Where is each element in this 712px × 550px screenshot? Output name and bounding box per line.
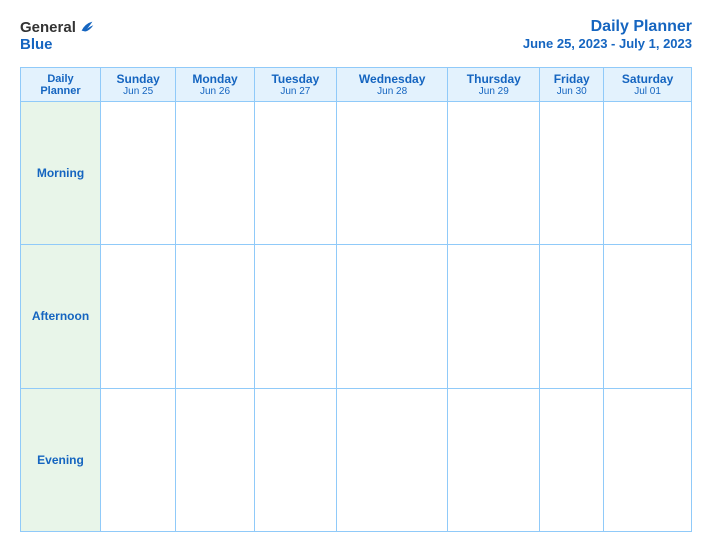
page-header: General Blue Daily Planner June 25, 2023… (20, 18, 692, 53)
cell-afternoon-mon[interactable] (176, 245, 254, 388)
header-friday: Friday Jun 30 (540, 68, 604, 102)
header-sunday: Sunday Jun 25 (101, 68, 176, 102)
day-date-0: Jun 25 (103, 86, 173, 97)
logo: General Blue (20, 18, 96, 53)
header-label: Daily Planner (21, 68, 101, 102)
cell-morning-sat[interactable] (604, 102, 692, 245)
date-range: June 25, 2023 - July 1, 2023 (523, 36, 692, 51)
cell-evening-thu[interactable] (448, 388, 540, 531)
cell-evening-sun[interactable] (101, 388, 176, 531)
day-name-6: Saturday (606, 72, 689, 86)
planner-table: Daily Planner Sunday Jun 25 Monday Jun 2… (20, 67, 692, 532)
header-tuesday: Tuesday Jun 27 (254, 68, 336, 102)
day-date-1: Jun 26 (178, 86, 251, 97)
table-header-row: Daily Planner Sunday Jun 25 Monday Jun 2… (21, 68, 692, 102)
day-name-2: Tuesday (257, 72, 334, 86)
day-name-3: Wednesday (339, 72, 445, 86)
row-label-morning: Morning (21, 102, 101, 245)
header-label-line1: Daily (47, 73, 73, 85)
cell-afternoon-tue[interactable] (254, 245, 336, 388)
logo-general-text: General (20, 19, 76, 36)
cell-morning-thu[interactable] (448, 102, 540, 245)
cell-morning-wed[interactable] (336, 102, 447, 245)
cell-evening-tue[interactable] (254, 388, 336, 531)
cell-evening-sat[interactable] (604, 388, 692, 531)
cell-morning-tue[interactable] (254, 102, 336, 245)
cell-evening-fri[interactable] (540, 388, 604, 531)
cell-afternoon-sat[interactable] (604, 245, 692, 388)
cell-evening-mon[interactable] (176, 388, 254, 531)
day-date-6: Jul 01 (606, 86, 689, 97)
cell-afternoon-fri[interactable] (540, 245, 604, 388)
row-evening: Evening (21, 388, 692, 531)
page-title: Daily Planner (523, 18, 692, 36)
cell-morning-fri[interactable] (540, 102, 604, 245)
header-saturday: Saturday Jul 01 (604, 68, 692, 102)
header-right: Daily Planner June 25, 2023 - July 1, 20… (523, 18, 692, 51)
day-name-0: Sunday (103, 72, 173, 86)
day-date-2: Jun 27 (257, 86, 334, 97)
day-date-3: Jun 28 (339, 86, 445, 97)
cell-afternoon-thu[interactable] (448, 245, 540, 388)
header-wednesday: Wednesday Jun 28 (336, 68, 447, 102)
cell-afternoon-wed[interactable] (336, 245, 447, 388)
logo-bird-icon (78, 18, 96, 36)
header-monday: Monday Jun 26 (176, 68, 254, 102)
cell-morning-mon[interactable] (176, 102, 254, 245)
cell-afternoon-sun[interactable] (101, 245, 176, 388)
day-date-5: Jun 30 (542, 86, 601, 97)
row-label-evening: Evening (21, 388, 101, 531)
logo-blue-text: Blue (20, 36, 53, 53)
day-date-4: Jun 29 (450, 86, 537, 97)
header-thursday: Thursday Jun 29 (448, 68, 540, 102)
cell-evening-wed[interactable] (336, 388, 447, 531)
day-name-1: Monday (178, 72, 251, 86)
row-label-afternoon: Afternoon (21, 245, 101, 388)
day-name-5: Friday (542, 72, 601, 86)
header-label-line2: Planner (40, 85, 80, 97)
row-morning: Morning (21, 102, 692, 245)
row-afternoon: Afternoon (21, 245, 692, 388)
day-name-4: Thursday (450, 72, 537, 86)
cell-morning-sun[interactable] (101, 102, 176, 245)
